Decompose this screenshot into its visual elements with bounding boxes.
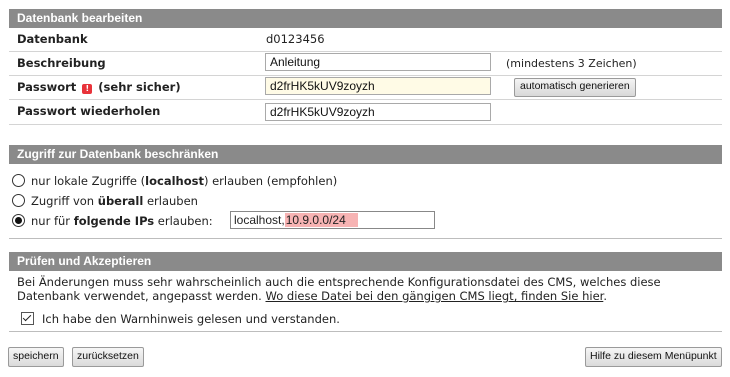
password-label-group: Passwort ! (sehr sicher) bbox=[17, 80, 181, 94]
description-hint: (mindestens 3 Zeichen) bbox=[506, 57, 637, 70]
password-label: Passwort bbox=[17, 80, 77, 94]
reset-button[interactable]: zurücksetzen bbox=[72, 347, 144, 367]
access-option-local[interactable]: nur lokale Zugriffe (localhost) erlauben… bbox=[12, 172, 337, 190]
opt2-text-post: erlauben bbox=[143, 194, 198, 208]
repeat-password-input[interactable]: d2frHK5kUV9zoyzh bbox=[265, 103, 491, 121]
repeat-password-label: Passwort wiederholen bbox=[17, 104, 161, 118]
section-header-review: Prüfen und Akzeptieren bbox=[9, 252, 722, 271]
access-option-ips[interactable]: nur für folgende IPs erlauben: localhost… bbox=[12, 211, 442, 230]
review-text-block: Bei Änderungen muss sehr wahrscheinlich … bbox=[0, 275, 730, 307]
opt3-text-pre: nur für bbox=[31, 214, 74, 228]
review-section: Prüfen und Akzeptieren bbox=[9, 252, 722, 271]
opt3-text-bold: folgende IPs bbox=[73, 214, 155, 228]
generate-password-button[interactable]: automatisch generieren bbox=[514, 78, 636, 97]
radio-ips[interactable] bbox=[12, 214, 25, 227]
help-button[interactable]: Hilfe zu diesem Menüpunkt bbox=[585, 347, 722, 367]
ip-plain: localhost, bbox=[234, 213, 285, 227]
description-label: Beschreibung bbox=[17, 56, 106, 70]
opt3-text-post: erlauben: bbox=[154, 214, 213, 228]
radio-local[interactable] bbox=[12, 174, 25, 187]
accept-checkbox-label: Ich habe den Warnhinweis gelesen und ver… bbox=[42, 312, 340, 326]
password-row: Passwort ! (sehr sicher) d2frHK5kUV9zoyz… bbox=[9, 76, 722, 100]
access-section: Zugriff zur Datenbank beschränken bbox=[9, 145, 722, 164]
ip-list-input[interactable]: localhost,10.9.0.0/24 bbox=[230, 211, 435, 229]
opt1-text-pre: nur lokale Zugriffe ( bbox=[31, 174, 146, 188]
cms-config-link[interactable]: Wo diese Datei bei den gängigen CMS lieg… bbox=[266, 289, 604, 303]
review-text-after: . bbox=[603, 289, 607, 303]
password-input[interactable]: d2frHK5kUV9zoyzh bbox=[265, 77, 491, 95]
database-row: Datenbank d0123456 bbox=[9, 28, 722, 52]
password-strength: (sehr sicher) bbox=[98, 80, 181, 94]
opt1-text-bold: localhost bbox=[145, 174, 204, 188]
section-header-edit: Datenbank bearbeiten bbox=[9, 9, 722, 28]
database-value: d0123456 bbox=[266, 32, 325, 46]
accept-checkbox[interactable] bbox=[21, 312, 34, 325]
section-header-access: Zugriff zur Datenbank beschränken bbox=[9, 145, 722, 164]
save-button[interactable]: speichern bbox=[8, 347, 64, 367]
database-label: Datenbank bbox=[17, 32, 88, 46]
review-paragraph: Bei Änderungen muss sehr wahrscheinlich … bbox=[17, 275, 717, 303]
review-divider bbox=[9, 331, 722, 332]
description-row: Beschreibung Anleitung (mindestens 3 Zei… bbox=[9, 52, 722, 76]
repeat-password-row: Passwort wiederholen d2frHK5kUV9zoyzh bbox=[9, 100, 722, 125]
access-divider bbox=[9, 238, 722, 239]
accept-checkbox-row[interactable]: Ich habe den Warnhinweis gelesen und ver… bbox=[21, 312, 340, 326]
ip-highlight: 10.9.0.0/24 bbox=[284, 213, 358, 227]
opt2-text-bold: überall bbox=[97, 194, 144, 208]
opt2-text-pre: Zugriff von bbox=[31, 194, 98, 208]
radio-everywhere[interactable] bbox=[12, 194, 25, 207]
edit-database-section: Datenbank bearbeiten Datenbank d0123456 … bbox=[9, 9, 722, 125]
opt1-text-post: ) erlauben (empfohlen) bbox=[203, 174, 338, 188]
access-option-everywhere[interactable]: Zugriff von überall erlauben bbox=[12, 192, 198, 210]
shield-alert-icon: ! bbox=[82, 84, 93, 94]
description-input[interactable]: Anleitung bbox=[265, 53, 491, 71]
